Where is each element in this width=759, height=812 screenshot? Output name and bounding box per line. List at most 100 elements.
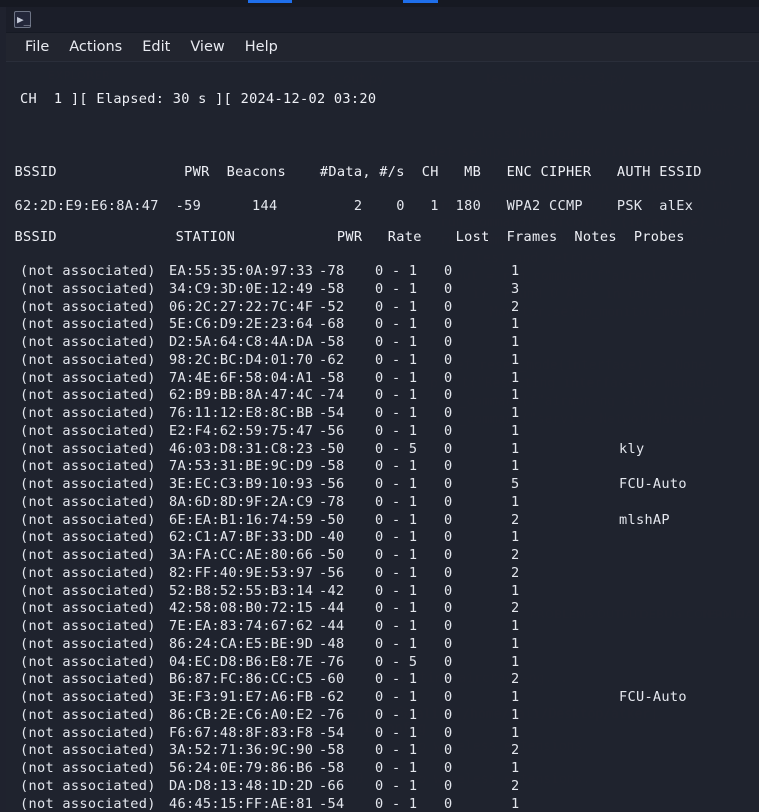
menu-actions[interactable]: Actions [59,37,132,57]
cell-rate: 0 - 1 [375,351,418,368]
cell-frames: 1 [511,369,520,386]
cell-bssid: (not associated) [20,280,156,297]
table-row: (not associated) 42:58:08:B0:72:15 -44 0 - … [6,600,759,617]
cell-bssid: (not associated) [20,334,156,350]
cell-pwr: -76 [319,653,345,670]
cell-lost: 0 [444,263,453,279]
cell-station: 34:C9:3D:0E:12:49 [169,280,314,297]
cell-pwr: -68 [319,316,345,333]
cell-frames: 1 [511,422,520,439]
cell-station: 46:45:15:FF:AE:81 [169,795,314,812]
cell-rate: 0 - 1 [375,706,418,723]
cell-bssid: (not associated) [20,689,156,705]
cell-rate: 0 - 5 [375,440,418,457]
cell-rate: 0 - 1 [375,618,418,634]
cell-lost: 0 [444,422,453,439]
cell-pwr: -54 [319,724,345,741]
table-row: (not associated) 46:03:D8:31:C8:23 -50 0 - … [6,441,759,458]
cell-frames: 2 [511,511,520,528]
cell-bssid: (not associated) [20,635,156,652]
cell-rate: 0 - 1 [375,600,418,617]
cell-lost: 0 [444,795,453,812]
cell-lost: 0 [444,351,453,368]
table-row: (not associated) 3E:F3:91:E7:A6:FB -62 0 - … [6,689,759,706]
cell-lost: 0 [444,742,453,759]
cell-lost: 0 [444,724,453,741]
cell-pwr: -60 [319,671,345,688]
menu-help[interactable]: Help [235,37,288,57]
cell-pwr: -42 [319,582,345,599]
cell-frames: 1 [511,263,520,279]
cell-station: 3A:FA:CC:AE:80:66 [169,547,314,563]
cell-lost: 0 [444,635,453,652]
cell-frames: 2 [511,600,520,617]
cell-station: F6:67:48:8F:83:F8 [169,724,314,741]
cell-station: 76:11:12:E8:8C:BB [169,405,314,421]
cell-pwr: -76 [319,706,345,723]
cell-rate: 0 - 1 [375,458,418,475]
cell-lost: 0 [444,564,453,581]
cell-rate: 0 - 1 [375,334,418,350]
cell-probes: FCU-Auto [619,689,687,705]
cell-lost: 0 [444,529,453,546]
table-row: (not associated) DA:D8:13:48:1D:2D -66 0 - … [6,778,759,795]
cell-bssid: (not associated) [20,653,156,670]
table-row: (not associated) 5E:C6:D9:2E:23:64 -68 0 - … [6,316,759,333]
table-row: (not associated) 06:2C:27:22:7C:4F -52 0 - … [6,299,759,316]
table-row: (not associated) EA:55:35:0A:97:33 -78 0 - … [6,263,759,280]
terminal-output[interactable]: CH 1 ][ Elapsed: 30 s ][ 2024-12-02 03:2… [6,62,759,811]
cell-lost: 0 [444,369,453,386]
cell-bssid: (not associated) [20,582,156,599]
cell-frames: 1 [511,493,520,510]
cell-lost: 0 [444,618,453,634]
cell-probes: kly [619,440,645,457]
cell-station: 98:2C:BC:D4:01:70 [169,351,314,368]
cell-bssid: (not associated) [20,298,156,315]
cell-station: EA:55:35:0A:97:33 [169,263,314,279]
cell-frames: 2 [511,298,520,315]
cell-frames: 2 [511,671,520,688]
terminal-titlebar: ▶_ [6,7,759,33]
cell-frames: 5 [511,476,520,492]
cell-bssid: (not associated) [20,760,156,776]
terminal-window: ▶_ File Actions Edit View Help CH 1 ][ E… [6,7,759,812]
cell-frames: 1 [511,387,520,404]
cell-rate: 0 - 1 [375,493,418,510]
table-row: (not associated) F6:67:48:8F:83:F8 -54 0 - … [6,725,759,742]
cell-rate: 0 - 1 [375,564,418,581]
cell-station: 04:EC:D8:B6:E8:7E [169,653,314,670]
cell-station: 52:B8:52:55:B3:14 [169,582,314,599]
cell-rate: 0 - 1 [375,777,418,794]
cell-frames: 2 [511,777,520,794]
cell-rate: 0 - 1 [375,529,418,546]
terminal-icon: ▶_ [14,11,31,28]
cell-lost: 0 [444,777,453,794]
cell-rate: 0 - 1 [375,635,418,652]
table-row: (not associated) 76:11:12:E8:8C:BB -54 0 - … [6,405,759,422]
cell-rate: 0 - 1 [375,387,418,404]
cell-station: 7A:4E:6F:58:04:A1 [169,369,314,386]
menu-view[interactable]: View [180,37,234,57]
menu-edit[interactable]: Edit [132,37,180,57]
cell-pwr: -58 [319,280,345,297]
cell-lost: 0 [444,511,453,528]
table-row: (not associated) 34:C9:3D:0E:12:49 -58 0 - … [6,281,759,298]
terminal-icon-glyph: ▶_ [17,13,31,26]
cell-pwr: -74 [319,387,345,404]
cell-lost: 0 [444,298,453,315]
cell-station: 6E:EA:B1:16:74:59 [169,511,314,528]
cell-pwr: -50 [319,547,345,563]
cell-station: 7A:53:31:BE:9C:D9 [169,458,314,475]
cell-rate: 0 - 1 [375,547,418,563]
cell-pwr: -48 [319,635,345,652]
cell-pwr: -58 [319,334,345,350]
cell-frames: 1 [511,724,520,741]
cell-frames: 1 [511,351,520,368]
cell-bssid: (not associated) [20,476,156,492]
cell-station: D2:5A:64:C8:4A:DA [169,334,314,350]
table-row: (not associated) 3A:FA:CC:AE:80:66 -50 0 - … [6,547,759,564]
cell-station: 86:CB:2E:C6:A0:E2 [169,706,314,723]
cell-pwr: -58 [319,742,345,759]
menu-file[interactable]: File [15,37,59,57]
cell-bssid: (not associated) [20,706,156,723]
